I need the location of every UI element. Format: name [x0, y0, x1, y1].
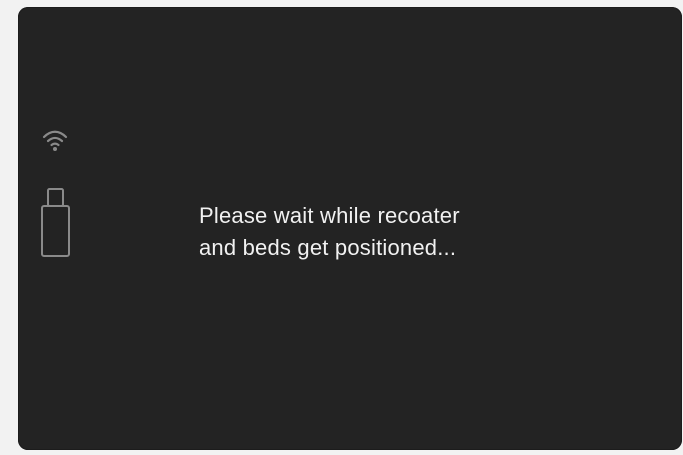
wifi-icon: [42, 130, 68, 151]
usb-drive-icon: [41, 188, 70, 257]
printer-display-panel: Please wait while recoater and beds get …: [18, 7, 682, 450]
positioning-status-message: Please wait while recoater and beds get …: [199, 203, 460, 260]
